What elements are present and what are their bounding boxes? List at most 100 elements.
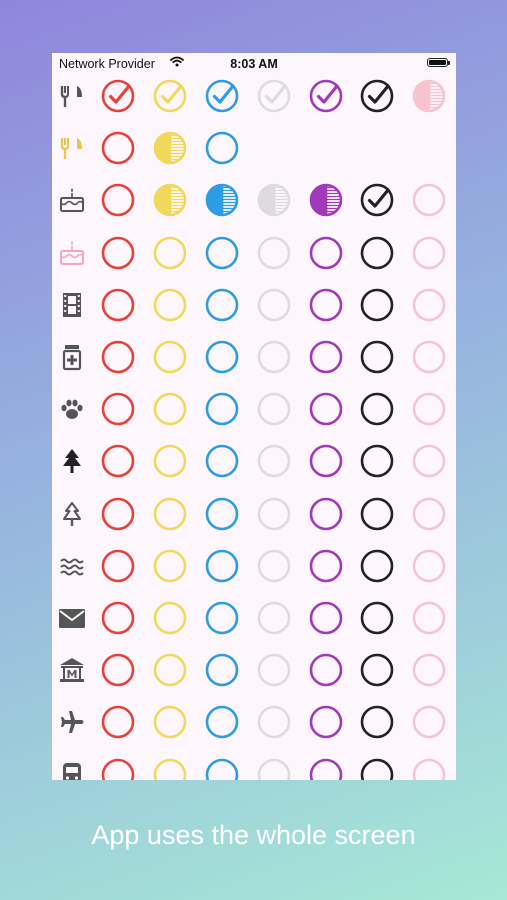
envelope-icon[interactable] <box>58 604 86 632</box>
empty-circle-icon[interactable] <box>360 549 394 583</box>
empty-circle-icon[interactable] <box>205 653 239 687</box>
empty-circle-icon[interactable] <box>257 236 291 270</box>
airplane-icon[interactable] <box>58 708 86 736</box>
empty-circle-icon[interactable] <box>101 340 135 374</box>
empty-circle-icon[interactable] <box>309 653 343 687</box>
empty-circle-icon[interactable] <box>205 392 239 426</box>
empty-circle-icon[interactable] <box>309 497 343 531</box>
empty-circle-icon[interactable] <box>412 392 446 426</box>
empty-circle-icon[interactable] <box>101 601 135 635</box>
empty-circle-icon[interactable] <box>153 653 187 687</box>
empty-circle-icon[interactable] <box>412 497 446 531</box>
empty-circle-icon[interactable] <box>309 288 343 322</box>
empty-circle-icon[interactable] <box>205 705 239 739</box>
empty-circle-icon[interactable] <box>153 340 187 374</box>
empty-circle-icon[interactable] <box>412 758 446 780</box>
empty-circle-icon[interactable] <box>101 705 135 739</box>
empty-circle-icon[interactable] <box>412 601 446 635</box>
empty-circle-icon[interactable] <box>101 392 135 426</box>
empty-circle-icon[interactable] <box>412 653 446 687</box>
empty-circle-icon[interactable] <box>205 236 239 270</box>
empty-circle-icon[interactable] <box>205 758 239 780</box>
empty-circle-icon[interactable] <box>257 705 291 739</box>
check-circle-icon[interactable] <box>360 183 394 217</box>
empty-circle-icon[interactable] <box>205 601 239 635</box>
check-circle-icon[interactable] <box>101 79 135 113</box>
empty-circle-icon[interactable] <box>101 183 135 217</box>
empty-circle-icon[interactable] <box>101 236 135 270</box>
empty-circle-icon[interactable] <box>257 340 291 374</box>
empty-circle-icon[interactable] <box>412 444 446 478</box>
empty-circle-icon[interactable] <box>360 601 394 635</box>
empty-circle-icon[interactable] <box>101 758 135 780</box>
empty-circle-icon[interactable] <box>101 653 135 687</box>
empty-circle-icon[interactable] <box>257 392 291 426</box>
empty-circle-icon[interactable] <box>257 288 291 322</box>
empty-circle-icon[interactable] <box>101 497 135 531</box>
paw-icon[interactable] <box>58 395 86 423</box>
empty-circle-icon[interactable] <box>257 653 291 687</box>
empty-circle-icon[interactable] <box>309 549 343 583</box>
half-circle-icon[interactable] <box>257 183 291 217</box>
half-circle-icon[interactable] <box>153 131 187 165</box>
train-icon[interactable] <box>58 761 86 780</box>
empty-circle-icon[interactable] <box>309 705 343 739</box>
empty-circle-icon[interactable] <box>309 601 343 635</box>
empty-circle-icon[interactable] <box>412 705 446 739</box>
empty-circle-icon[interactable] <box>153 549 187 583</box>
empty-circle-icon[interactable] <box>153 758 187 780</box>
empty-circle-icon[interactable] <box>205 288 239 322</box>
half-circle-icon[interactable] <box>205 183 239 217</box>
empty-circle-icon[interactable] <box>412 236 446 270</box>
empty-circle-icon[interactable] <box>257 444 291 478</box>
empty-circle-icon[interactable] <box>360 392 394 426</box>
medicine-bottle-icon[interactable] <box>58 343 86 371</box>
empty-circle-icon[interactable] <box>205 131 239 165</box>
empty-circle-icon[interactable] <box>205 549 239 583</box>
empty-circle-icon[interactable] <box>257 758 291 780</box>
empty-circle-icon[interactable] <box>360 288 394 322</box>
empty-circle-icon[interactable] <box>153 392 187 426</box>
empty-circle-icon[interactable] <box>360 444 394 478</box>
empty-circle-icon[interactable] <box>360 236 394 270</box>
empty-circle-icon[interactable] <box>412 288 446 322</box>
half-circle-icon[interactable] <box>412 79 446 113</box>
empty-circle-icon[interactable] <box>257 497 291 531</box>
empty-circle-icon[interactable] <box>412 549 446 583</box>
empty-circle-icon[interactable] <box>205 497 239 531</box>
empty-circle-icon[interactable] <box>412 183 446 217</box>
empty-circle-icon[interactable] <box>309 236 343 270</box>
empty-circle-icon[interactable] <box>309 340 343 374</box>
empty-circle-icon[interactable] <box>360 705 394 739</box>
empty-circle-icon[interactable] <box>309 758 343 780</box>
waves-icon[interactable] <box>58 552 86 580</box>
birthday-cake-icon[interactable] <box>58 186 86 214</box>
tree-icon[interactable] <box>58 447 86 475</box>
empty-circle-icon[interactable] <box>153 444 187 478</box>
empty-circle-icon[interactable] <box>101 549 135 583</box>
empty-circle-icon[interactable] <box>257 601 291 635</box>
fork-knife-icon[interactable] <box>58 134 86 162</box>
check-circle-icon[interactable] <box>360 79 394 113</box>
empty-circle-icon[interactable] <box>257 549 291 583</box>
empty-circle-icon[interactable] <box>101 131 135 165</box>
empty-circle-icon[interactable] <box>101 444 135 478</box>
empty-circle-icon[interactable] <box>153 288 187 322</box>
empty-circle-icon[interactable] <box>360 340 394 374</box>
empty-circle-icon[interactable] <box>205 444 239 478</box>
birthday-cake-icon[interactable] <box>58 239 86 267</box>
empty-circle-icon[interactable] <box>309 444 343 478</box>
half-circle-icon[interactable] <box>153 183 187 217</box>
check-circle-icon[interactable] <box>205 79 239 113</box>
empty-circle-icon[interactable] <box>412 340 446 374</box>
empty-circle-icon[interactable] <box>205 340 239 374</box>
empty-circle-icon[interactable] <box>360 497 394 531</box>
check-circle-icon[interactable] <box>153 79 187 113</box>
empty-circle-icon[interactable] <box>309 392 343 426</box>
empty-circle-icon[interactable] <box>101 288 135 322</box>
check-circle-icon[interactable] <box>309 79 343 113</box>
museum-icon[interactable] <box>58 656 86 684</box>
empty-circle-icon[interactable] <box>360 653 394 687</box>
empty-circle-icon[interactable] <box>360 758 394 780</box>
fork-knife-icon[interactable] <box>58 82 86 110</box>
